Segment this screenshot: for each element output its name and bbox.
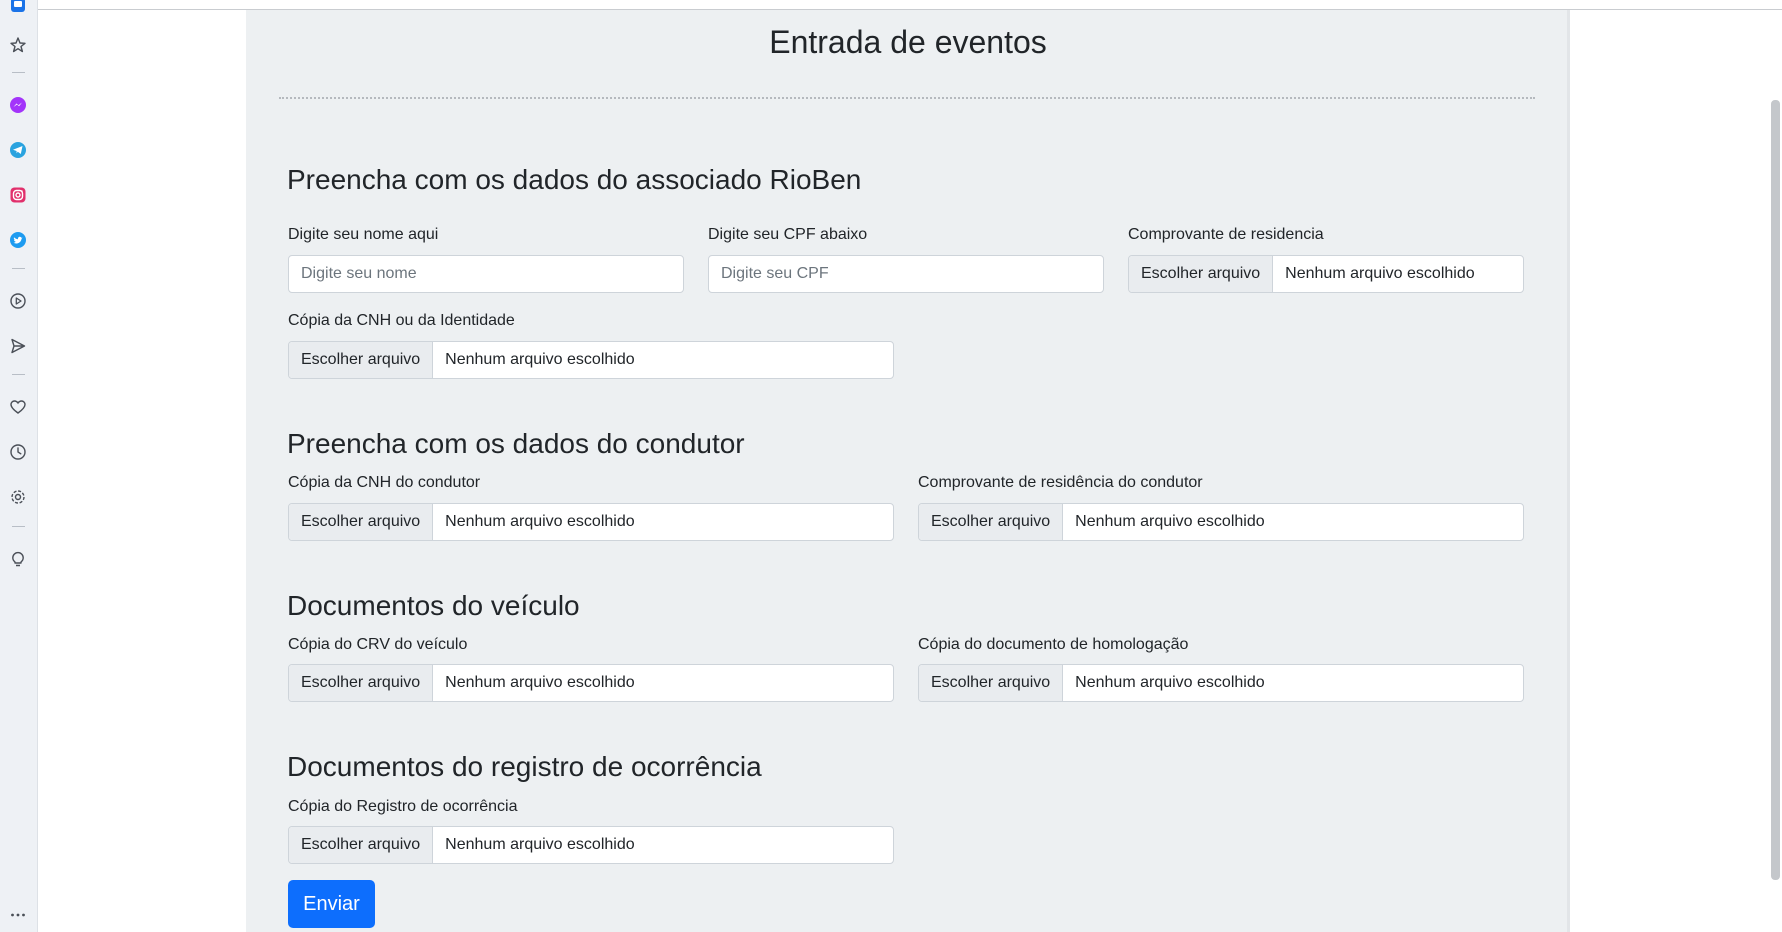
- page-scrollbar[interactable]: [1771, 100, 1780, 880]
- residencia-condutor-label: Comprovante de residência do condutor: [918, 474, 1203, 491]
- workspaces-icon[interactable]: [7, 0, 29, 16]
- choose-file-button[interactable]: Escolher arquivo: [919, 665, 1064, 701]
- title-divider: [279, 97, 1535, 99]
- telegram-icon[interactable]: [7, 139, 29, 161]
- cnh-condutor-file-input[interactable]: Escolher arquivo Nenhum arquivo escolhid…: [288, 503, 894, 541]
- twitter-icon[interactable]: [7, 229, 29, 251]
- section-title-veiculo: Documentos do veículo: [287, 590, 580, 621]
- residencia-file-input[interactable]: Escolher arquivo Nenhum arquivo escolhid…: [1128, 255, 1524, 293]
- instagram-icon[interactable]: [7, 184, 29, 206]
- section-title-condutor: Preencha com os dados do condutor: [287, 428, 745, 459]
- heart-icon[interactable]: [7, 396, 29, 418]
- homologacao-label: Cópia do documento de homologação: [918, 636, 1189, 653]
- crv-file-input[interactable]: Escolher arquivo Nenhum arquivo escolhid…: [288, 664, 894, 702]
- crv-label: Cópia do CRV do veículo: [288, 636, 468, 653]
- file-status: Nenhum arquivo escolhido: [445, 836, 635, 853]
- homologacao-file-input[interactable]: Escolher arquivo Nenhum arquivo escolhid…: [918, 664, 1524, 702]
- section-title-ocorrencia: Documentos do registro de ocorrência: [287, 751, 762, 782]
- bookmarks-icon[interactable]: [7, 34, 29, 56]
- page-title: Entrada de eventos: [769, 24, 1047, 60]
- more-icon[interactable]: [7, 904, 29, 926]
- choose-file-button[interactable]: Escolher arquivo: [289, 504, 434, 540]
- registro-ocorrencia-label: Cópia do Registro de ocorrência: [288, 798, 518, 815]
- file-status: Nenhum arquivo escolhido: [1075, 674, 1265, 691]
- history-icon[interactable]: [7, 441, 29, 463]
- cnh-identidade-label: Cópia da CNH ou da Identidade: [288, 312, 515, 329]
- file-status: Nenhum arquivo escolhido: [445, 351, 635, 368]
- tips-icon[interactable]: [7, 548, 29, 570]
- choose-file-button[interactable]: Escolher arquivo: [289, 342, 434, 378]
- choose-file-button[interactable]: Escolher arquivo: [919, 504, 1064, 540]
- file-status: Nenhum arquivo escolhido: [445, 674, 635, 691]
- choose-file-button[interactable]: Escolher arquivo: [289, 665, 434, 701]
- sidebar-separator: [12, 268, 25, 269]
- choose-file-button[interactable]: Escolher arquivo: [289, 827, 434, 863]
- file-status: Nenhum arquivo escolhido: [1075, 513, 1265, 530]
- player-icon[interactable]: [7, 290, 29, 312]
- residencia-condutor-file-input[interactable]: Escolher arquivo Nenhum arquivo escolhid…: [918, 503, 1524, 541]
- sidebar-separator: [12, 526, 25, 527]
- cnh-identidade-file-input[interactable]: Escolher arquivo Nenhum arquivo escolhid…: [288, 341, 894, 379]
- cnh-condutor-label: Cópia da CNH do condutor: [288, 474, 481, 491]
- form-panel: Entrada de eventos Preencha com os dados…: [246, 10, 1570, 932]
- choose-file-button[interactable]: Escolher arquivo: [1129, 256, 1274, 292]
- submit-button[interactable]: Enviar: [288, 880, 375, 928]
- sidebar-separator: [12, 374, 25, 375]
- section-title-associado: Preencha com os dados do associado RioBe…: [287, 164, 862, 195]
- name-input[interactable]: [288, 255, 684, 293]
- file-status: Nenhum arquivo escolhido: [445, 513, 635, 530]
- messenger-icon[interactable]: [7, 94, 29, 116]
- cpf-label: Digite seu CPF abaixo: [708, 226, 868, 243]
- send-icon[interactable]: [7, 335, 29, 357]
- registro-ocorrencia-file-input[interactable]: Escolher arquivo Nenhum arquivo escolhid…: [288, 826, 894, 864]
- name-label: Digite seu nome aqui: [288, 226, 439, 243]
- file-status: Nenhum arquivo escolhido: [1285, 265, 1475, 282]
- sidebar-separator: [12, 72, 25, 73]
- residencia-label: Comprovante de residencia: [1128, 226, 1324, 243]
- cpf-input[interactable]: [708, 255, 1104, 293]
- browser-sidebar: [0, 0, 38, 932]
- settings-icon[interactable]: [7, 486, 29, 508]
